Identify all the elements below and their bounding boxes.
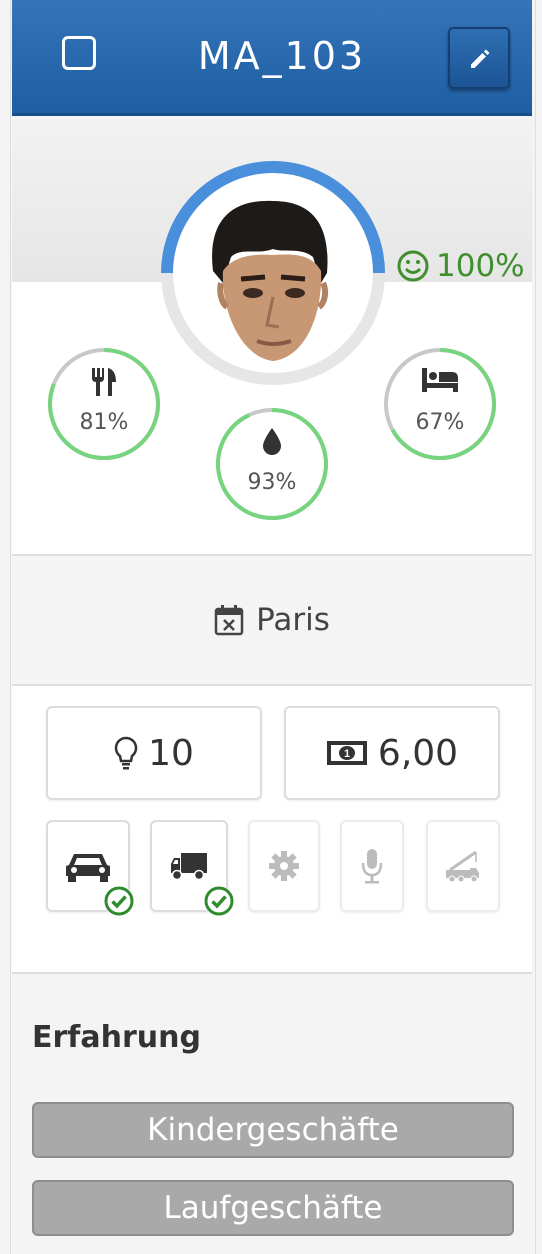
drink-value: 93% — [247, 470, 297, 495]
svg-text:1: 1 — [344, 748, 350, 760]
money-box: 1 6,00 — [284, 706, 500, 800]
happiness-indicator: 100% — [396, 248, 525, 284]
ideas-box: 10 — [46, 706, 262, 800]
experience-title: Erfahrung — [32, 1020, 201, 1055]
money-value: 6,00 — [377, 732, 459, 774]
sleep-stat: 67% — [380, 344, 500, 464]
avatar-ring — [161, 161, 385, 385]
experience-item[interactable]: Laufgeschäfte — [32, 1180, 514, 1236]
bed-icon — [422, 368, 458, 392]
speaker-skill-button[interactable] — [340, 820, 404, 912]
microphone-icon — [361, 849, 383, 884]
calendar-x-icon — [214, 605, 244, 636]
truck-icon — [171, 853, 207, 881]
food-value: 81% — [79, 410, 129, 435]
fork-knife-icon — [92, 368, 116, 396]
card-header: MA_103 — [12, 0, 532, 116]
drink-stat: 93% — [212, 404, 332, 524]
water-drop-icon — [263, 428, 281, 455]
select-checkbox[interactable] — [62, 36, 96, 70]
happiness-value: 100% — [436, 248, 525, 284]
mechanic-skill-button[interactable] — [248, 820, 320, 912]
city-name: Paris — [256, 602, 330, 638]
sleep-value: 67% — [415, 410, 465, 435]
food-progress-ring — [48, 348, 160, 460]
sleep-progress-ring — [384, 348, 496, 460]
employee-title: MA_103 — [197, 34, 367, 78]
food-stat: 81% — [44, 344, 164, 464]
check-circle-icon — [104, 886, 134, 916]
lightbulb-icon — [114, 736, 138, 770]
car-icon — [66, 854, 110, 882]
edit-button[interactable] — [448, 27, 510, 89]
drink-progress-ring — [216, 408, 328, 520]
check-circle-icon — [204, 886, 234, 916]
gear-icon — [269, 851, 299, 881]
pencil-icon — [471, 49, 490, 68]
money-bill-icon: 1 — [326, 741, 367, 765]
crane-skill-button[interactable] — [426, 820, 500, 912]
smile-icon — [397, 250, 429, 282]
location-row: Paris — [12, 556, 532, 684]
crane-truck-icon — [446, 850, 479, 883]
ideas-value: 10 — [148, 732, 194, 774]
experience-item[interactable]: Kindergeschäfte — [32, 1102, 514, 1158]
